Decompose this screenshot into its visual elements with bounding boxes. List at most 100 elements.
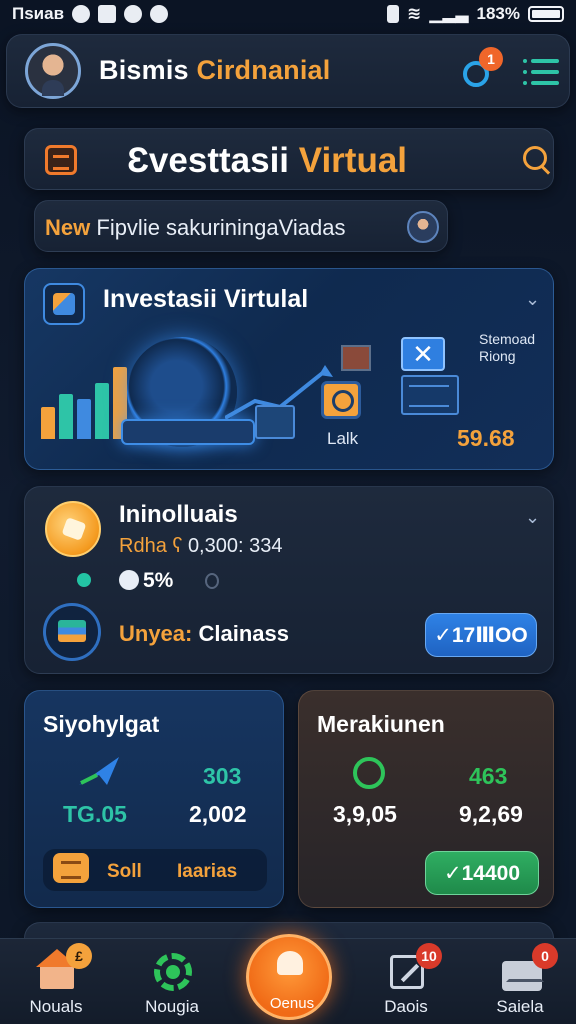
stock-percent: 5% bbox=[119, 569, 173, 593]
target-icon[interactable] bbox=[321, 381, 361, 419]
info-icon bbox=[205, 573, 219, 589]
right-tile[interactable]: Merakiunen 463 3,9,05 9,2,69 ✓14400 bbox=[298, 690, 554, 908]
pen-icon-wrap: 10 bbox=[386, 943, 442, 991]
gear-icon-wrap bbox=[152, 951, 192, 991]
menu-button[interactable] bbox=[523, 57, 559, 87]
stock-row-accent: Unyea: bbox=[119, 621, 199, 646]
hero-side-label-2: Riong bbox=[479, 348, 516, 364]
notification-button[interactable]: 1 bbox=[463, 47, 503, 87]
notification-badge: 1 bbox=[479, 47, 503, 71]
tab-edit[interactable]: 10 Daois bbox=[356, 939, 456, 1024]
signal-icon: ▁▂▃ bbox=[429, 4, 469, 23]
app-title-main: Bismis bbox=[99, 55, 197, 85]
stack-icon bbox=[341, 345, 371, 371]
tab-messages[interactable]: 0 Saiela bbox=[470, 939, 570, 1024]
hero-bar bbox=[95, 383, 109, 439]
coin-icon bbox=[45, 501, 101, 557]
tab-label: Nouals bbox=[29, 997, 83, 1016]
left-tile-value-right: 2,002 bbox=[189, 801, 247, 827]
chevron-down-icon[interactable]: ⌄ bbox=[525, 289, 540, 310]
search-bar[interactable]: Ɛvesttasii Virtual bbox=[24, 128, 554, 190]
mail-icon-wrap: 0 bbox=[500, 943, 558, 991]
app-n-icon bbox=[98, 5, 117, 23]
gear-icon bbox=[154, 953, 192, 991]
stock-card[interactable]: Ininolluais ⌄ Rdha ʕ 0,300: 334 5% Unyea… bbox=[24, 486, 554, 674]
record-icon bbox=[124, 5, 143, 23]
menu-icon-line bbox=[523, 70, 559, 74]
stock-sub-accent: Rdha ʕ bbox=[119, 535, 188, 557]
tab-label: Daois bbox=[384, 997, 428, 1016]
hero-bar bbox=[77, 399, 91, 439]
document-icon bbox=[255, 405, 295, 439]
search-title-main: Ɛvesttasii bbox=[127, 141, 299, 180]
right-tile-top-value: 463 bbox=[469, 763, 508, 789]
battery-percent: 183% bbox=[476, 4, 520, 23]
messages-badge: 0 bbox=[532, 943, 558, 969]
panel-icon bbox=[401, 375, 459, 415]
center-action-button[interactable]: Oenus bbox=[246, 934, 332, 1020]
sim-icon bbox=[387, 5, 400, 23]
ticker-tag: New bbox=[45, 215, 91, 240]
hero-bar bbox=[59, 394, 73, 439]
hero-card[interactable]: Investasii Virtulal ⌄ ✕ Stemoad Riong La… bbox=[24, 268, 554, 470]
left-tile-top-value: 303 bbox=[203, 763, 242, 789]
search-title: Ɛvesttasii Virtual bbox=[127, 141, 407, 181]
status-time: Пѕиав bbox=[12, 4, 65, 23]
percent-icon bbox=[119, 570, 139, 590]
refresh-icon bbox=[353, 757, 385, 789]
chat-icon bbox=[53, 853, 89, 883]
close-card-icon: ✕ bbox=[401, 337, 445, 371]
hero-bar bbox=[41, 407, 55, 439]
hero-icon-label: Lalk bbox=[327, 429, 359, 448]
buy-button[interactable]: ✓17ⅢOO bbox=[425, 613, 537, 657]
app-header: Bismis Cirdnanial 1 bbox=[6, 34, 570, 108]
battery-icon bbox=[528, 6, 564, 22]
tab-label: Saiela bbox=[496, 997, 544, 1016]
hero-value: 59.68 bbox=[457, 425, 515, 451]
fab-label: Oenus bbox=[269, 995, 315, 1012]
chevron-down-icon[interactable]: ⌄ bbox=[525, 507, 540, 528]
tab-label: Nougia bbox=[145, 997, 199, 1016]
right-tile-value-right: 9,2,69 bbox=[459, 801, 523, 827]
left-tile-title: Siyohylgat bbox=[43, 711, 160, 737]
app-logo-icon bbox=[45, 145, 77, 175]
news-ticker[interactable]: New Fipvlie sakuriningaViadas bbox=[34, 200, 448, 252]
hero-side-label-1: Stemoad bbox=[479, 331, 536, 347]
tab-settings[interactable]: Nougia bbox=[122, 939, 222, 1024]
chat-bubble-icon bbox=[150, 5, 169, 23]
hero-title: Investasii Virtulal bbox=[103, 285, 309, 313]
stock-title: Ininolluais bbox=[119, 501, 238, 528]
edit-badge: 10 bbox=[416, 943, 442, 969]
confirm-button[interactable]: ✓14400 bbox=[425, 851, 539, 895]
search-icon[interactable] bbox=[523, 146, 555, 178]
avatar[interactable] bbox=[25, 43, 81, 99]
ticker-avatar bbox=[407, 211, 439, 243]
tab-home[interactable]: £ Nouals bbox=[6, 939, 106, 1024]
right-tile-title: Merakiunen bbox=[317, 711, 445, 737]
alarm-icon bbox=[72, 5, 91, 23]
left-tile-value-left: TG.05 bbox=[63, 801, 127, 827]
teal-dot-icon bbox=[77, 573, 91, 587]
menu-icon bbox=[523, 59, 559, 63]
home-icon-wrap: £ bbox=[36, 943, 92, 991]
home-badge: £ bbox=[66, 943, 92, 969]
hand-icon bbox=[273, 951, 309, 985]
books-icon bbox=[43, 603, 101, 661]
stock-row-label: Unyea: Clainass bbox=[119, 621, 289, 647]
stock-row-text: Clainass bbox=[198, 621, 289, 646]
search-title-accent: Virtual bbox=[298, 141, 408, 180]
right-tile-value-left: 3,9,05 bbox=[333, 801, 397, 827]
menu-icon-line bbox=[523, 81, 559, 85]
chip-label-a: Soll bbox=[107, 861, 142, 882]
chip-label-b: Iaarias bbox=[177, 861, 238, 882]
stock-percent-value: 5% bbox=[143, 569, 174, 592]
status-bar: Пѕиав ≋ ▁▂▃ 183% bbox=[0, 0, 576, 28]
hero-side-label: Stemoad Riong bbox=[479, 331, 535, 365]
app-title-accent: Cirdnanial bbox=[196, 55, 331, 85]
app-title: Bismis Cirdnanial bbox=[99, 55, 330, 86]
home-icon bbox=[36, 949, 78, 989]
stock-sub-value: 0,300: 334 bbox=[187, 535, 283, 557]
left-tile[interactable]: Siyohylgat 303 TG.05 2,002 Soll Iaarias bbox=[24, 690, 284, 908]
stock-subtitle: Rdha ʕ 0,300: 334 bbox=[119, 535, 282, 558]
cube-icon bbox=[43, 283, 85, 325]
